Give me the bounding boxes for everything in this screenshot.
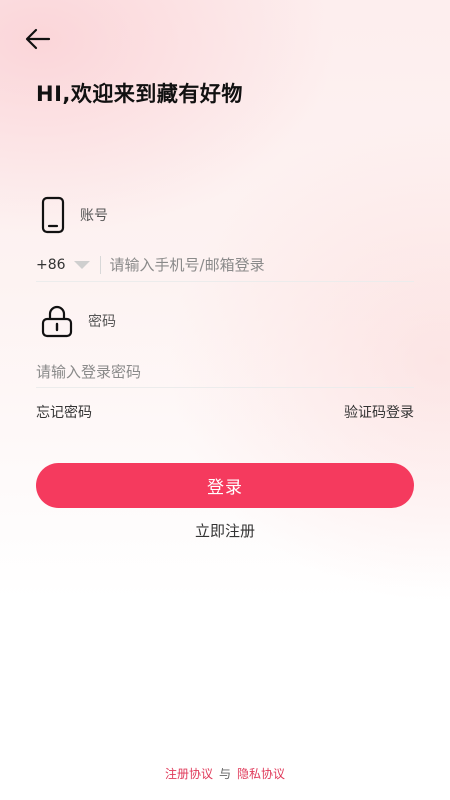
- welcome-title: HI,欢迎来到藏有好物: [36, 82, 243, 106]
- privacy-policy-link[interactable]: 隐私协议: [237, 767, 285, 781]
- password-input[interactable]: [36, 362, 414, 381]
- agreement-conjunction: 与: [218, 767, 231, 781]
- arrow-left-icon: [25, 28, 51, 50]
- country-code: +86: [36, 256, 66, 273]
- sms-login-link[interactable]: 验证码登录: [344, 402, 414, 422]
- forgot-password-link[interactable]: 忘记密码: [36, 402, 92, 422]
- phone-icon: [41, 196, 65, 234]
- account-label: 账号: [80, 208, 108, 224]
- login-button[interactable]: 登录: [36, 463, 414, 508]
- account-label-row: 账号: [40, 196, 108, 234]
- agreement-footer: 注册协议与隐私协议: [0, 765, 450, 782]
- register-link[interactable]: 立即注册: [0, 520, 450, 541]
- phone-input-row: +86: [36, 248, 414, 282]
- links-row: 忘记密码 验证码登录: [36, 402, 414, 422]
- password-label-row: 密码: [40, 304, 116, 338]
- password-input-row: [36, 356, 414, 388]
- user-agreement-link[interactable]: 注册协议: [165, 767, 213, 781]
- phone-input[interactable]: [109, 255, 414, 274]
- back-button[interactable]: [22, 24, 54, 54]
- lock-icon: [41, 305, 73, 338]
- divider: [99, 255, 101, 274]
- caret-down-icon: [73, 260, 90, 269]
- country-code-selector[interactable]: +86: [36, 257, 90, 273]
- password-label: 密码: [88, 314, 116, 330]
